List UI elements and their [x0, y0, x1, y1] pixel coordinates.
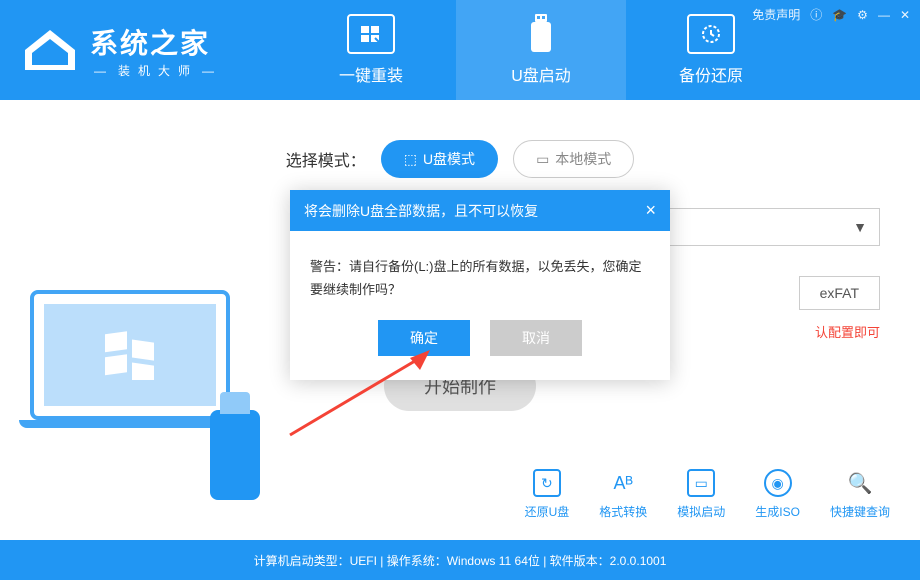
logo-title: 系统之家: [90, 22, 226, 62]
mode-label: 选择模式：: [286, 147, 366, 171]
status-bar: 计算机启动类型：UEFI | 操作系统：Windows 11 64位 | 软件版…: [0, 540, 920, 580]
bottom-toolbar: ↻ 还原U盘 Aᴮ 格式转换 ▭ 模拟启动 ◉ 生成ISO 🔍 快捷键查询: [525, 469, 890, 520]
dialog-header: 将会删除U盘全部数据，且不可以恢复 ×: [290, 190, 670, 231]
dialog-footer: 确定 取消: [290, 320, 670, 380]
status-text: 计算机启动类型：UEFI | 操作系统：Windows 11 64位 | 软件版…: [254, 552, 667, 569]
info-icon[interactable]: ⓘ: [810, 6, 822, 23]
close-button[interactable]: ✕: [900, 8, 910, 22]
logo-subtitle: 装机大师: [90, 62, 226, 79]
chevron-down-icon: ▼: [853, 219, 867, 235]
dialog-title: 将会删除U盘全部数据，且不可以恢复: [304, 201, 538, 221]
dialog-close-button[interactable]: ×: [645, 200, 656, 221]
dialog-body: 警告：请自行备份(L:)盘上的所有数据，以免丢失，您确定要继续制作吗？: [290, 231, 670, 320]
tool-label: 生成ISO: [755, 503, 800, 520]
tab-usb-boot[interactable]: U盘启动: [456, 0, 626, 100]
monitor-small-icon: ▭: [536, 151, 549, 168]
cancel-button[interactable]: 取消: [490, 320, 582, 356]
search-icon: 🔍: [846, 469, 874, 497]
graduation-icon[interactable]: 🎓: [832, 8, 847, 22]
tab-label: 一键重装: [339, 62, 403, 86]
tool-simulate-boot[interactable]: ▭ 模拟启动: [677, 469, 725, 520]
nav-tabs: 一键重装 U盘启动 备份还原: [286, 0, 796, 100]
tool-label: 格式转换: [599, 503, 647, 520]
mode-btn-label: U盘模式: [423, 149, 475, 169]
ok-button[interactable]: 确定: [378, 320, 470, 356]
usb-small-icon: ⬚: [404, 151, 417, 168]
monitor-icon: [347, 14, 395, 54]
mode-btn-label: 本地模式: [555, 149, 611, 169]
monitor-icon: ▭: [687, 469, 715, 497]
tool-label: 还原U盘: [525, 503, 570, 520]
restore-icon: ↻: [533, 469, 561, 497]
minimize-button[interactable]: —: [878, 8, 890, 22]
logo-icon: [20, 25, 80, 75]
disc-icon: ◉: [764, 469, 792, 497]
usb-icon: [517, 14, 565, 54]
tab-reinstall[interactable]: 一键重装: [286, 0, 456, 100]
disclaimer-link[interactable]: 免责声明: [752, 6, 800, 23]
usb-mode-button[interactable]: ⬚ U盘模式: [381, 140, 498, 178]
tool-label: 模拟启动: [677, 503, 725, 520]
tool-restore-usb[interactable]: ↻ 还原U盘: [525, 469, 570, 520]
tab-label: U盘启动: [511, 62, 571, 86]
settings-icon[interactable]: ⚙: [857, 8, 868, 22]
convert-icon: Aᴮ: [609, 469, 637, 497]
tool-label: 快捷键查询: [830, 503, 890, 520]
laptop-illustration: [30, 290, 250, 470]
tool-hotkey-lookup[interactable]: 🔍 快捷键查询: [830, 469, 890, 520]
tool-format-convert[interactable]: Aᴮ 格式转换: [599, 469, 647, 520]
title-bar-controls: 免责声明 ⓘ 🎓 ⚙ — ✕: [752, 6, 910, 23]
tab-label: 备份还原: [679, 62, 743, 86]
logo-area: 系统之家 装机大师: [0, 22, 226, 79]
confirm-dialog: 将会删除U盘全部数据，且不可以恢复 × 警告：请自行备份(L:)盘上的所有数据，…: [290, 190, 670, 380]
app-header: 系统之家 装机大师 一键重装 U盘启动 备份还原 免责声明 ⓘ 🎓 ⚙ — ✕: [0, 0, 920, 100]
exfat-button[interactable]: exFAT: [799, 276, 880, 310]
local-mode-button[interactable]: ▭ 本地模式: [513, 140, 634, 178]
tool-generate-iso[interactable]: ◉ 生成ISO: [755, 469, 800, 520]
backup-icon: [687, 14, 735, 54]
mode-selector: 选择模式： ⬚ U盘模式 ▭ 本地模式: [0, 140, 920, 178]
